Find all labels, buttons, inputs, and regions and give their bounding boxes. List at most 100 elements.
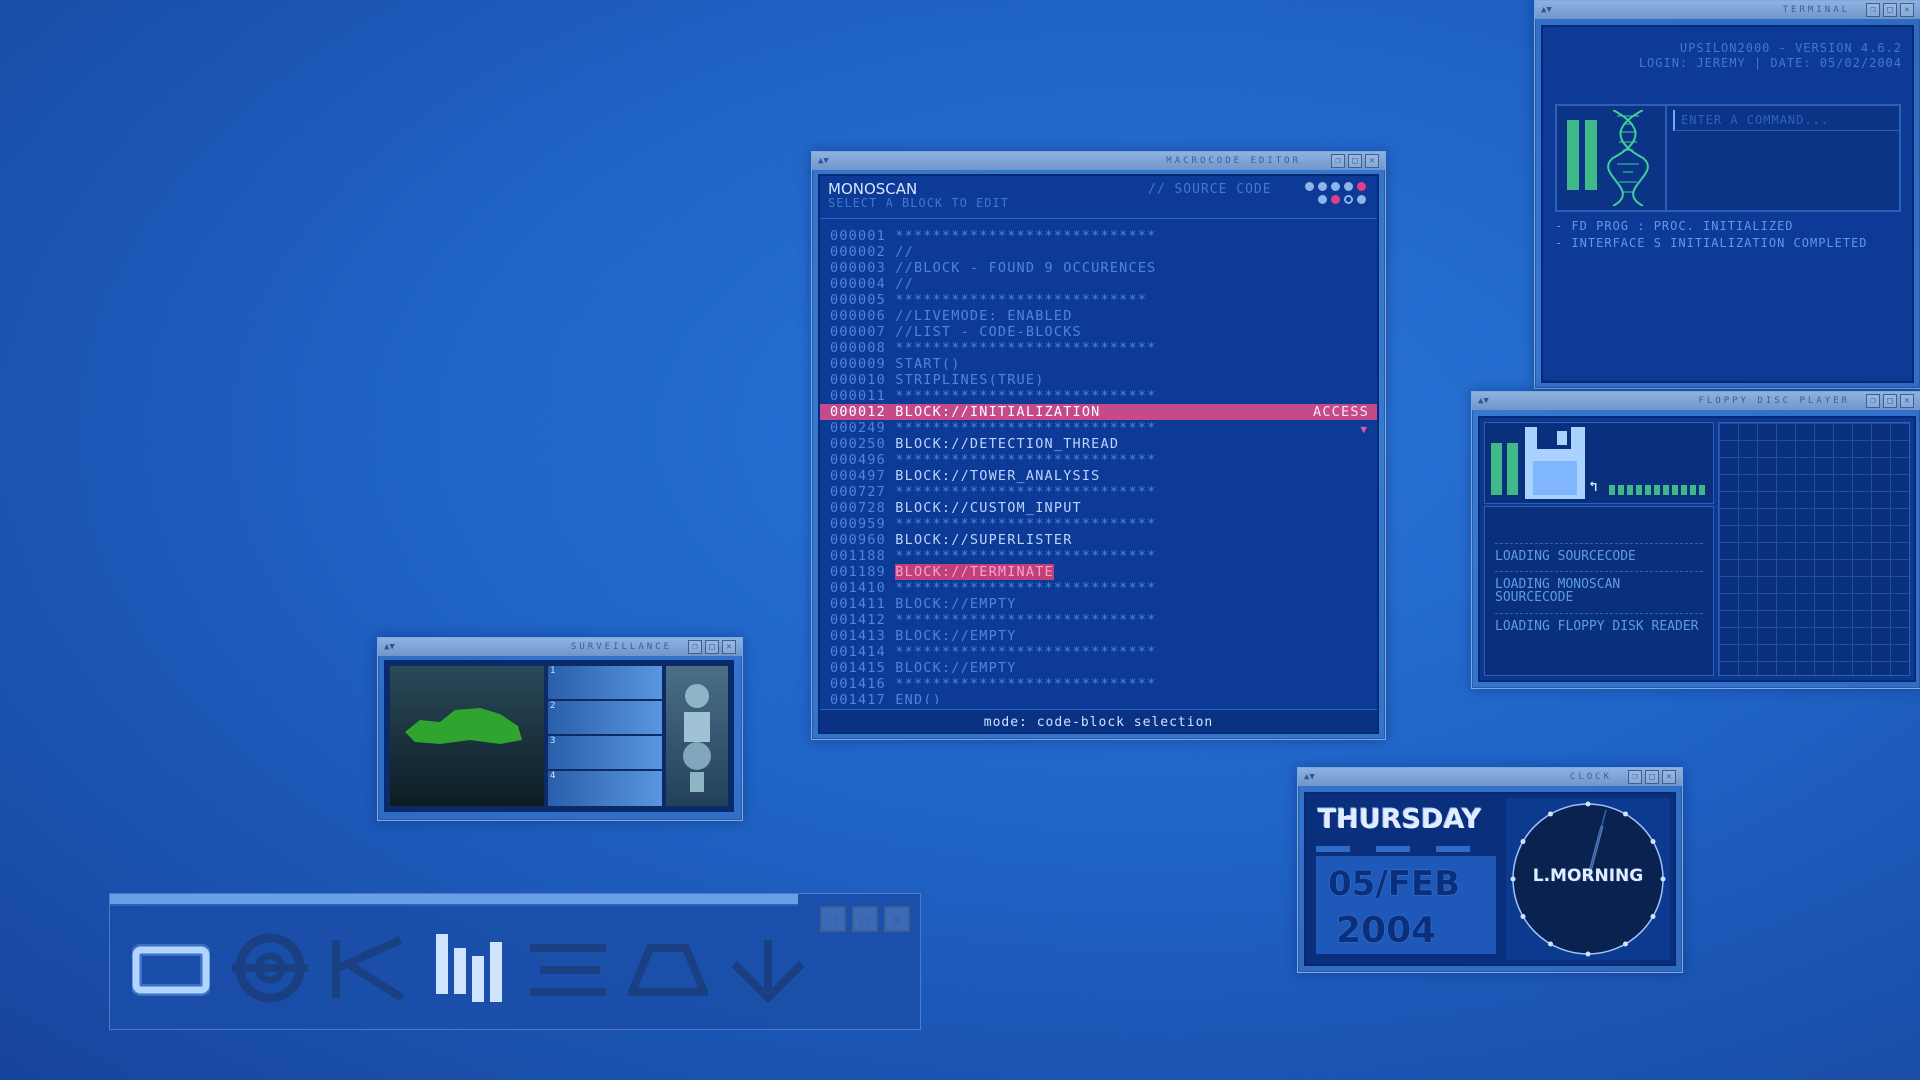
- code-line[interactable]: 001416 ****************************: [830, 676, 1156, 692]
- code-line[interactable]: 000005 ***************************: [830, 292, 1147, 308]
- code-line[interactable]: 000010 STRIPLINES(TRUE): [830, 372, 1045, 388]
- restore-icon[interactable]: ❐: [1331, 154, 1345, 168]
- dot-icon: [1331, 182, 1340, 191]
- camera-feed-item[interactable]: 3: [548, 736, 662, 769]
- terminal-titlebar[interactable]: ▲▼ TERMINAL ❐ □ ✕: [1535, 1, 1920, 19]
- close-icon[interactable]: ✕: [722, 640, 736, 654]
- code-line[interactable]: 000001 ****************************: [830, 228, 1156, 244]
- editor-status: mode: code-block selection: [983, 715, 1214, 730]
- code-line[interactable]: 001188 ****************************: [830, 548, 1156, 564]
- code-line[interactable]: 000249 ****************************: [830, 420, 1156, 436]
- floppy-status-panel: ↰: [1484, 422, 1714, 504]
- code-line[interactable]: 001417 END(): [830, 692, 942, 704]
- code-line[interactable]: 000007 //LIST - CODE-BLOCKS: [830, 324, 1082, 340]
- down-arrow-icon[interactable]: [728, 938, 808, 1004]
- code-line[interactable]: 001412 ****************************: [830, 612, 1156, 628]
- collapse-icon[interactable]: ▲▼: [384, 642, 395, 652]
- editor-window: ▲▼ MACROCODE EDITOR ❐ □ ✕ MONOSCAN SELEC…: [811, 151, 1386, 740]
- surveillance-titlebar[interactable]: ▲▼ SURVEILLANCE ❐ □ ✕: [378, 638, 742, 656]
- code-line[interactable]: 001414 ****************************: [830, 644, 1156, 660]
- dot-icon: [1331, 195, 1340, 204]
- code-line[interactable]: 000003 //BLOCK - FOUND 9 OCCURENCES: [830, 260, 1156, 276]
- code-line[interactable]: 000959 ****************************: [830, 516, 1156, 532]
- login-line: LOGIN: JEREMY | DATE: 05/02/2004: [1638, 56, 1902, 70]
- code-line[interactable]: 001415 BLOCK://EMPTY: [830, 660, 1017, 676]
- clock-day: THURSDAY: [1318, 804, 1482, 835]
- command-input[interactable]: ENTER A COMMAND...: [1673, 110, 1901, 131]
- editor-titlebar[interactable]: ▲▼ MACROCODE EDITOR ❐ □ ✕: [812, 152, 1385, 170]
- floppy-grid: [1718, 422, 1910, 676]
- code-line-selected[interactable]: 000012 BLOCK://INITIALIZATION ACCESS: [820, 404, 1377, 420]
- maximize-icon[interactable]: □: [1883, 3, 1897, 17]
- code-line[interactable]: 000497 BLOCK://TOWER_ANALYSIS: [830, 468, 1101, 484]
- code-line[interactable]: 000006 //LIVEMODE: ENABLED: [830, 308, 1073, 324]
- surveillance-title: SURVEILLANCE: [570, 642, 672, 652]
- terminal-panel: ENTER A COMMAND...: [1555, 104, 1901, 212]
- robot-preview: [666, 666, 728, 806]
- code-line[interactable]: 001189 BLOCK://TERMINATE: [830, 564, 1054, 580]
- target-icon[interactable]: [232, 930, 308, 1006]
- floppy-titlebar[interactable]: ▲▼ FLOPPY DISC PLAYER ❐ □ ✕: [1472, 392, 1920, 410]
- collapse-icon[interactable]: ▲▼: [818, 156, 829, 166]
- restore-icon[interactable]: ❐: [1628, 770, 1642, 784]
- dock-toolbar: ❐ □ ✕: [109, 893, 921, 1030]
- floppy-log-1: LOADING SOURCECODE: [1495, 543, 1703, 563]
- code-line[interactable]: 000960 BLOCK://SUPERLISTER: [830, 532, 1073, 548]
- maximize-icon[interactable]: □: [705, 640, 719, 654]
- activity-bar-icon: [1507, 443, 1518, 495]
- code-line[interactable]: 000004 //: [830, 276, 914, 292]
- code-line[interactable]: 000727 ****************************: [830, 484, 1156, 500]
- restore-icon[interactable]: ❐: [1866, 394, 1880, 408]
- maximize-icon[interactable]: □: [1645, 770, 1659, 784]
- access-label[interactable]: ACCESS: [1313, 404, 1369, 420]
- date-divider: [1316, 846, 1496, 852]
- code-line[interactable]: 000250 BLOCK://DETECTION_THREAD: [830, 436, 1119, 452]
- code-line[interactable]: 000011 ****************************: [830, 388, 1156, 404]
- maximize-icon[interactable]: □: [852, 906, 878, 932]
- pointer-marker-icon: ▼: [1360, 423, 1367, 436]
- close-icon[interactable]: ✕: [884, 906, 910, 932]
- maximize-icon[interactable]: □: [1348, 154, 1362, 168]
- code-line[interactable]: 001411 BLOCK://EMPTY: [830, 596, 1017, 612]
- code-line[interactable]: 000002 //: [830, 244, 914, 260]
- restore-icon[interactable]: ❐: [1866, 3, 1880, 17]
- camera-feed-item[interactable]: 4: [548, 771, 662, 806]
- k-icon[interactable]: [330, 936, 410, 1002]
- code-line[interactable]: 000009 START(): [830, 356, 961, 372]
- window-icon[interactable]: [132, 940, 210, 1000]
- version-line: UPSILON2000 - VERSION 4.6.2: [1679, 41, 1902, 55]
- code-line[interactable]: 000728 BLOCK://CUSTOM_INPUT: [830, 500, 1082, 516]
- restore-icon[interactable]: ❐: [688, 640, 702, 654]
- code-lines: 000001 **************************** 0000…: [820, 228, 1377, 704]
- terminal-log-1: - FD PROG : PROC. INITIALIZED: [1555, 219, 1794, 233]
- code-line[interactable]: 001410 ****************************: [830, 580, 1156, 596]
- code-line[interactable]: 001413 BLOCK://EMPTY: [830, 628, 1017, 644]
- camera-feed-item[interactable]: 2: [548, 701, 662, 734]
- clock-window: ▲▼ CLOCK ❐ □ ✕ THURSDAY 05/FEB 2004 L.MO…: [1297, 767, 1683, 973]
- maximize-icon[interactable]: □: [1883, 394, 1897, 408]
- collapse-icon[interactable]: ▲▼: [1478, 396, 1489, 406]
- level-meter: [1609, 485, 1705, 495]
- camera-feed-item[interactable]: 1: [548, 666, 662, 699]
- radar-view[interactable]: [390, 666, 544, 806]
- code-line[interactable]: 000008 ****************************: [830, 340, 1156, 356]
- bars-icon[interactable]: [428, 930, 508, 1010]
- collapse-icon[interactable]: ▲▼: [1304, 772, 1315, 782]
- surveillance-window: ▲▼ SURVEILLANCE ❐ □ ✕ 1 2 3 4: [377, 637, 743, 821]
- editor-title: MACROCODE EDITOR: [1166, 156, 1301, 166]
- collapse-icon[interactable]: ▲▼: [1541, 5, 1552, 15]
- close-icon[interactable]: ✕: [1900, 394, 1914, 408]
- trapezoid-icon[interactable]: [628, 940, 708, 1000]
- floppy-log-3: LOADING FLOPPY DISK READER: [1495, 613, 1703, 633]
- close-icon[interactable]: ✕: [1662, 770, 1676, 784]
- clock-titlebar[interactable]: ▲▼ CLOCK ❐ □ ✕: [1298, 768, 1682, 786]
- close-icon[interactable]: ✕: [1365, 154, 1379, 168]
- code-line[interactable]: 000496 ****************************: [830, 452, 1156, 468]
- restore-icon[interactable]: ❐: [820, 906, 846, 932]
- dna-helix-icon: [1607, 110, 1649, 206]
- dot-icon: [1305, 182, 1314, 191]
- list-icon[interactable]: [528, 940, 608, 1000]
- editor-statusbar: mode: code-block selection: [820, 709, 1377, 732]
- close-icon[interactable]: ✕: [1900, 3, 1914, 17]
- floppy-disk-icon: [1525, 427, 1585, 499]
